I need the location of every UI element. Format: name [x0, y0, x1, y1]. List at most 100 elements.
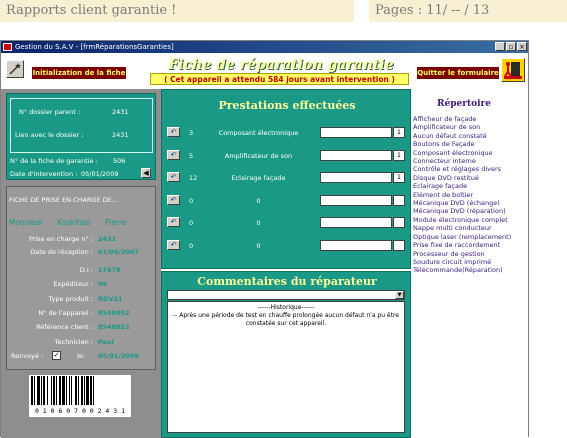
quit-button[interactable]: Quitter le formulaire: [417, 67, 499, 79]
row-count[interactable]: [393, 195, 405, 206]
row-input[interactable]: [320, 150, 392, 161]
barcode: 0 1 0 6 0 7 0 0 2 4 3 1: [29, 375, 131, 417]
repertoire-item[interactable]: Prise fixe de raccordement: [413, 241, 527, 249]
repertoire-item[interactable]: Mécanique DVD (réparation): [413, 207, 527, 215]
minimize-button[interactable]: _: [495, 42, 505, 51]
repertoire-item[interactable]: Soudure circuit imprimé: [413, 258, 527, 266]
page-counter-banner: Pages : 11/ -- / 13: [369, 0, 567, 22]
firstname: Pierre: [105, 218, 127, 227]
form-area: Initialization de la fiche Fiche de répa…: [1, 53, 528, 438]
barcode-bar: [86, 376, 89, 405]
repertoire-item[interactable]: Composant électronique: [413, 149, 527, 157]
repertoire-item[interactable]: Amplificateur de son: [413, 123, 527, 131]
row-qty: 0: [189, 219, 194, 227]
dropdown-arrow-icon[interactable]: ▼: [395, 291, 404, 299]
undo-icon: ↶: [170, 196, 177, 204]
repertoire-item[interactable]: Disque DVD restitué: [413, 174, 527, 182]
init-button[interactable]: Initialization de la fiche: [32, 67, 126, 79]
prise-header: FICHE DE PRISE EN CHARGE DE...: [9, 196, 119, 204]
row-input[interactable]: [320, 195, 392, 206]
renvoye-date: 05/01/2009: [98, 352, 139, 360]
barcode-bar: [41, 376, 42, 405]
barcode-bar: [51, 376, 52, 405]
row-label: Eclairage façade: [231, 174, 286, 182]
app-window: Gestion du S.A.V - [frmRéparationsGarant…: [0, 40, 529, 438]
repertoire-item[interactable]: Télécommande(Réparation): [413, 266, 527, 274]
row-undo-button[interactable]: ↶: [167, 150, 180, 160]
undo-icon: ↶: [170, 218, 177, 226]
lien-value: 2431: [112, 131, 129, 139]
barcode-bar: [84, 376, 85, 405]
row-input[interactable]: [320, 217, 392, 228]
row-count[interactable]: 1: [393, 127, 405, 138]
field-label: Référence client :: [36, 323, 93, 331]
barcode-bar: [59, 376, 61, 405]
barcode-bar: [34, 376, 35, 405]
le-label: le:: [77, 352, 85, 360]
repertoire-item[interactable]: Nappe multi conducteur: [413, 224, 527, 232]
repertoire-item[interactable]: Contrôle et réglages divers: [413, 165, 527, 173]
row-label: 0: [256, 242, 261, 250]
row-undo-button[interactable]: ↶: [167, 195, 180, 205]
row-undo-button[interactable]: ↶: [167, 217, 180, 227]
row-qty: 0: [189, 197, 194, 205]
dossier-frame: [10, 98, 153, 153]
triangle-left-icon: ◀: [143, 169, 149, 177]
restore-button[interactable]: ▫: [506, 42, 516, 51]
civility: Monsieur: [9, 218, 44, 227]
dossier-panel: N° dossier parent : 2431 Lien avec le do…: [6, 93, 156, 180]
field-label: D.I :: [79, 266, 93, 274]
commentaires-panel: Commentaires du réparateur ▼ ------Histo…: [161, 271, 411, 438]
repertoire-item[interactable]: Optique laser (remplacement): [413, 233, 527, 241]
field-value: 2431: [98, 235, 117, 243]
wand-icon: [9, 63, 21, 75]
row-input[interactable]: [320, 127, 392, 138]
field-label: Expéditeur :: [53, 280, 93, 288]
row-count[interactable]: 1: [393, 150, 405, 161]
barcode-bar: [43, 376, 45, 405]
barcode-bar: [66, 376, 67, 405]
row-input[interactable]: [320, 172, 392, 183]
repertoire-item[interactable]: Aucun défaut constaté: [413, 132, 527, 140]
lastname: Koskitalo: [57, 218, 91, 227]
row-label: 0: [256, 197, 261, 205]
repertoire-item[interactable]: Boutons de Façade: [413, 140, 527, 148]
row-qty: 0: [189, 242, 194, 250]
prestations-panel: Prestations effectuées ↶ 3 Composant éle…: [161, 89, 411, 269]
window-title: Gestion du S.A.V - [frmRéparationsGarant…: [15, 43, 174, 51]
repertoire-item[interactable]: Module électronique complet: [413, 216, 527, 224]
barcode-number: 0 1 0 6 0 7 0 0 2 4 3 1: [34, 407, 125, 415]
undo-icon: ↶: [170, 173, 177, 181]
repertoire-item[interactable]: Processeur de gestion: [413, 250, 527, 258]
historique-heading: ------Historique------: [257, 304, 315, 311]
repertoire-item[interactable]: Eclairage façade: [413, 182, 527, 190]
field-value: Paul: [98, 338, 114, 346]
row-undo-button[interactable]: ↶: [167, 240, 180, 250]
row-label: Composant électronique: [218, 129, 299, 137]
field-label: Date de réception :: [30, 248, 93, 256]
repertoire-item[interactable]: Mécanique DVD (échange): [413, 199, 527, 207]
repertoire-item[interactable]: Connecteur interne: [413, 157, 527, 165]
row-undo-button[interactable]: ↶: [167, 127, 180, 137]
repertoire-item[interactable]: Elément de boîtier: [413, 191, 527, 199]
comment-select[interactable]: ▼: [167, 290, 405, 300]
renvoye-checkbox[interactable]: ✓: [52, 351, 61, 360]
field-value: 01/06/2007: [98, 248, 139, 256]
exit-icon-button[interactable]: [501, 58, 525, 82]
barcode-bar: [53, 376, 55, 405]
commentaires-title: Commentaires du réparateur: [197, 275, 377, 288]
row-count[interactable]: 1: [393, 172, 405, 183]
row-count[interactable]: [393, 217, 405, 228]
repertoire-item[interactable]: Afficheur de façade: [413, 115, 527, 123]
barcode-bar: [90, 376, 92, 405]
window-titlebar: Gestion du S.A.V - [frmRéparationsGarant…: [1, 41, 528, 53]
init-icon-button[interactable]: [6, 60, 24, 78]
comment-textarea[interactable]: ------Historique------ -- Après une péri…: [167, 301, 405, 433]
close-button[interactable]: ×: [517, 42, 527, 51]
app-icon: [3, 43, 12, 51]
date-prev-button[interactable]: ◀: [141, 168, 151, 178]
barcode-bar: [37, 376, 40, 405]
row-input[interactable]: [320, 240, 392, 251]
row-undo-button[interactable]: ↶: [167, 172, 180, 182]
row-count[interactable]: [393, 240, 405, 251]
